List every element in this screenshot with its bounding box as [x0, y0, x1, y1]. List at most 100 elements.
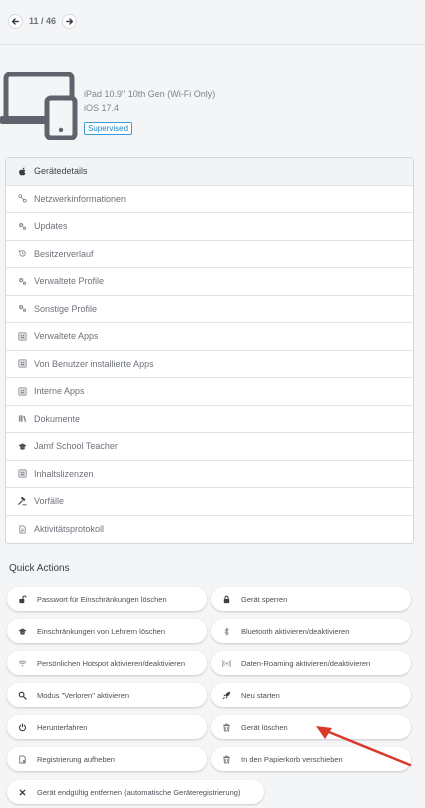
- clear-teacher-restrictions-button[interactable]: Einschränkungen von Lehrern löschen: [7, 619, 207, 643]
- menu-item-label: Aktivitätsprotokoll: [34, 524, 105, 535]
- unlock-icon: [18, 595, 27, 603]
- menu-item-verwaltete-profile[interactable]: Verwaltete Profile: [6, 268, 413, 296]
- gears-icon: [18, 277, 27, 286]
- device-os: iOS 17.4: [84, 103, 120, 113]
- previous-button[interactable]: [8, 13, 23, 29]
- delete-permanently-button[interactable]: Gerät endgültig entfernen (automatische …: [7, 780, 264, 804]
- menu-item-inhaltslizenzen[interactable]: Inhaltslizenzen: [6, 461, 413, 488]
- quick-action-label: Herunterfahren: [37, 722, 88, 732]
- menu-item-label: Verwaltete Apps: [34, 331, 99, 342]
- app-icon: [18, 332, 27, 341]
- pager-text: 11 / 46: [29, 16, 57, 26]
- app-icon: [18, 387, 27, 396]
- network-icon: [18, 194, 27, 203]
- quick-action-label: Bluetooth aktivieren/deaktivieren: [241, 626, 350, 636]
- quick-action-label: Neu starten: [241, 690, 280, 700]
- search-icon: [18, 691, 27, 700]
- bluetooth-icon: [223, 626, 229, 636]
- menu-item-aktivitätsprotokoll[interactable]: Aktivitätsprotokoll: [6, 516, 413, 544]
- menu-item-label: Sonstige Profile: [34, 303, 98, 314]
- unlock-icon: [15, 592, 29, 606]
- menu-item-netzwerkinformationen[interactable]: Netzwerkinformationen: [6, 186, 413, 213]
- menu-item-sonstige-profile[interactable]: Sonstige Profile: [6, 296, 413, 323]
- close-icon: [15, 785, 29, 799]
- menu-item-interne-apps[interactable]: Interne Apps: [6, 378, 413, 406]
- toggle-bluetooth-button[interactable]: Bluetooth aktivieren/deaktivieren: [211, 619, 411, 643]
- pager: 11 / 46: [8, 12, 78, 30]
- trash-icon: [222, 755, 230, 763]
- menu-item-dokumente[interactable]: Dokumente: [6, 406, 413, 433]
- app-icon: [18, 359, 27, 368]
- menu-item-verwaltete-apps[interactable]: Verwaltete Apps: [6, 323, 413, 351]
- menu-item-besitzerverlauf[interactable]: Besitzerverlauf: [6, 241, 413, 268]
- app-icon: [18, 469, 27, 478]
- apple-icon: [18, 167, 27, 176]
- bluetooth-icon: [219, 624, 233, 638]
- gears-icon: [18, 304, 27, 313]
- gears-icon: [18, 305, 27, 313]
- search-icon: [15, 688, 29, 702]
- quick-action-label: Gerät endgültig entfernen (automatische …: [37, 787, 241, 797]
- quick-action-label: Persönlichen Hotspot aktivieren/deaktivi…: [37, 658, 185, 668]
- gears-icon: [18, 277, 27, 285]
- supervised-badge: Supervised: [84, 122, 133, 135]
- menu-item-label: Vorfälle: [34, 496, 65, 507]
- graduation-cap-icon: [17, 627, 27, 635]
- menu-item-label: Von Benutzer installierte Apps: [34, 358, 154, 369]
- quick-action-label: Gerät sperren: [241, 594, 288, 604]
- app-icon: [18, 387, 27, 396]
- quick-action-label: Registrierung aufheben: [37, 754, 115, 764]
- toggle-hotspot-button[interactable]: Persönlichen Hotspot aktivieren/deaktivi…: [7, 651, 207, 675]
- annotation-arrow: [316, 726, 412, 767]
- network-icon: [18, 194, 27, 203]
- menu-item-label: Inhaltslizenzen: [34, 468, 94, 479]
- gears-icon: [18, 222, 27, 231]
- header-divider: [0, 44, 425, 45]
- gears-icon: [18, 222, 27, 230]
- menu-item-label: Dokumente: [34, 413, 81, 424]
- menu-item-label: Netzwerkinformationen: [34, 193, 127, 204]
- menu-item-gerätedetails[interactable]: Gerätedetails: [6, 158, 413, 186]
- unenroll-icon: [15, 752, 29, 766]
- lock-icon: [223, 595, 229, 603]
- rocket-icon: [219, 688, 233, 702]
- menu-item-jamf-school-teacher[interactable]: Jamf School Teacher: [6, 433, 413, 461]
- menu-item-von-benutzer-installierte-apps[interactable]: Von Benutzer installierte Apps: [6, 351, 413, 378]
- graduation-cap-icon: [15, 624, 29, 638]
- graduation-cap-icon: [18, 442, 27, 451]
- menu-item-label: Verwaltete Profile: [34, 276, 105, 287]
- arrow-right-icon: [66, 17, 74, 25]
- signal-icon: [221, 659, 231, 667]
- unenroll-button[interactable]: Registrierung aufheben: [7, 747, 207, 771]
- gavel-icon: [18, 496, 27, 506]
- trash-icon: [222, 723, 230, 731]
- restart-button[interactable]: Neu starten: [211, 683, 411, 707]
- wifi-icon: [15, 656, 29, 670]
- menu-item-label: Besitzerverlauf: [34, 248, 94, 259]
- enable-lost-mode-button[interactable]: Modus "Verloren" aktivieren: [7, 683, 207, 707]
- menu-item-label: Gerätedetails: [34, 166, 88, 177]
- power-icon: [18, 722, 26, 731]
- books-icon: [18, 414, 27, 423]
- device-name: iPad 10.9" 10th Gen (Wi-Fi Only): [84, 89, 216, 99]
- quick-action-label: Gerät löschen: [241, 722, 288, 732]
- app-icon: [18, 359, 27, 368]
- toggle-data-roaming-button[interactable]: Daten-Roaming aktivieren/deaktivieren: [211, 651, 411, 675]
- quick-action-label: Passwort für Einschränkungen löschen: [37, 594, 167, 604]
- gavel-icon: [18, 496, 27, 506]
- trash-icon: [219, 752, 233, 766]
- wifi-icon: [18, 660, 26, 667]
- menu-item-vorfälle[interactable]: Vorfälle: [6, 488, 413, 516]
- clear-restrictions-password-button[interactable]: Passwort für Einschränkungen löschen: [7, 587, 207, 611]
- document-icon: [18, 525, 27, 534]
- history-icon: [18, 249, 27, 258]
- device-menu: Gerätedetails Netzwerkinformationen Update…: [5, 157, 414, 544]
- power-icon: [15, 720, 29, 734]
- shutdown-button[interactable]: Herunterfahren: [7, 715, 207, 739]
- graduation-cap-icon: [18, 443, 27, 450]
- document-icon: [19, 525, 26, 534]
- signal-icon: [219, 656, 233, 670]
- menu-item-updates[interactable]: Updates: [6, 213, 413, 241]
- lock-device-button[interactable]: Gerät sperren: [211, 587, 411, 611]
- next-button[interactable]: [62, 13, 78, 29]
